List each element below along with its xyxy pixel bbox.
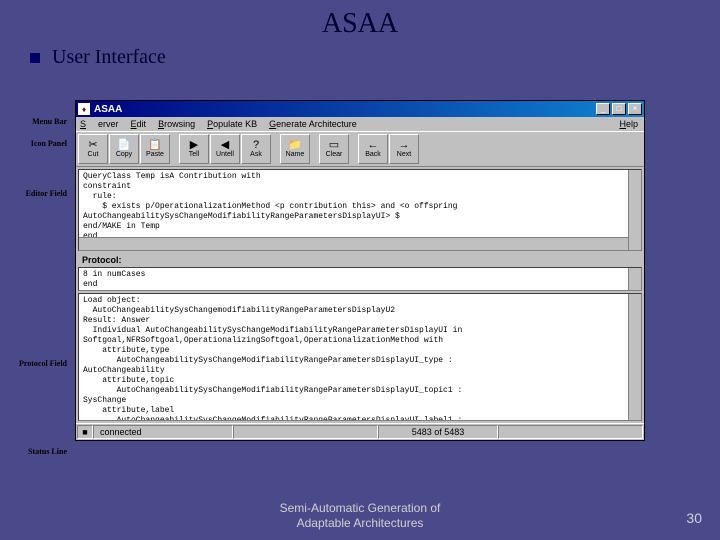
slide-title: ASAA bbox=[0, 0, 720, 40]
editor-field[interactable]: QueryClass Temp isA Contribution with co… bbox=[78, 169, 642, 251]
name-button[interactable]: 📁Name bbox=[280, 134, 310, 164]
page-number: 30 bbox=[686, 510, 702, 526]
label-statusline: Status Line bbox=[7, 448, 67, 457]
maximize-button[interactable]: □ bbox=[612, 103, 626, 115]
scrollbar-vertical[interactable] bbox=[628, 294, 641, 420]
next-icon: → bbox=[399, 140, 410, 151]
clear-icon: ▭ bbox=[329, 140, 339, 151]
label-editor: Editor Field bbox=[7, 190, 67, 199]
untell-icon: ◀ bbox=[221, 140, 229, 151]
protocol-field-lower[interactable]: Load object: AutoChangeabilitySysChangem… bbox=[78, 293, 642, 421]
statusbar: ■ connected 5483 of 5483 bbox=[76, 423, 644, 440]
status-count: 5483 of 5483 bbox=[378, 425, 498, 439]
minimize-button[interactable]: _ bbox=[596, 103, 610, 115]
label-menubar: Menu Bar bbox=[7, 118, 67, 127]
window-title: ASAA bbox=[94, 104, 594, 115]
label-iconpanel: Icon Panel bbox=[7, 140, 67, 149]
section-heading: User Interface bbox=[52, 46, 166, 69]
scrollbar-horizontal[interactable] bbox=[79, 237, 628, 250]
menu-populate[interactable]: Populate KB bbox=[207, 119, 257, 129]
scissors-icon: ✂ bbox=[88, 140, 97, 151]
menu-browsing[interactable]: Browsing bbox=[158, 119, 195, 129]
back-button[interactable]: ←Back bbox=[358, 134, 388, 164]
toolbar: ✂Cut 📄Copy 📋Paste ▶Tell ◀Untell ?Ask 📁Na… bbox=[76, 131, 644, 167]
clear-button[interactable]: ▭Clear bbox=[319, 134, 349, 164]
status-spacer bbox=[233, 425, 378, 439]
untell-button[interactable]: ◀Untell bbox=[210, 134, 240, 164]
app-window: ♦ ASAA _ □ × Server Edit Browsing Popula… bbox=[75, 100, 645, 441]
scrollbar-vertical[interactable] bbox=[628, 170, 641, 250]
tell-icon: ▶ bbox=[190, 140, 198, 151]
status-spacer2 bbox=[498, 425, 643, 439]
cut-button[interactable]: ✂Cut bbox=[78, 134, 108, 164]
menu-help[interactable]: Help bbox=[619, 119, 638, 129]
next-button[interactable]: →Next bbox=[389, 134, 419, 164]
bullet-icon bbox=[30, 53, 40, 63]
scrollbar-vertical[interactable] bbox=[628, 268, 641, 290]
status-indicator: ■ bbox=[77, 425, 93, 439]
screenshot-container: Menu Bar Icon Panel Editor Field Protoco… bbox=[75, 100, 645, 441]
folder-icon: 📁 bbox=[288, 140, 302, 151]
status-connection: connected bbox=[93, 425, 233, 439]
menubar: Server Edit Browsing Populate KB Generat… bbox=[76, 117, 644, 131]
app-icon: ♦ bbox=[78, 103, 90, 115]
paste-button[interactable]: 📋Paste bbox=[140, 134, 170, 164]
section-row: User Interface bbox=[30, 46, 720, 69]
slide-footer: Semi-Automatic Generation of Adaptable A… bbox=[0, 501, 720, 530]
tell-button[interactable]: ▶Tell bbox=[179, 134, 209, 164]
menu-server[interactable]: Server bbox=[80, 119, 119, 129]
paste-icon: 📋 bbox=[148, 140, 162, 151]
titlebar[interactable]: ♦ ASAA _ □ × bbox=[76, 101, 644, 117]
ask-icon: ? bbox=[253, 140, 259, 151]
copy-icon: 📄 bbox=[117, 140, 131, 151]
menu-edit[interactable]: Edit bbox=[131, 119, 147, 129]
back-icon: ← bbox=[368, 140, 379, 151]
protocol-label: Protocol: bbox=[76, 253, 644, 267]
protocol-field-upper[interactable]: 8 in numCases end bbox=[78, 267, 642, 291]
menu-generate[interactable]: Generate Architecture bbox=[269, 119, 357, 129]
label-protocol: Protocol Field bbox=[7, 360, 67, 369]
copy-button[interactable]: 📄Copy bbox=[109, 134, 139, 164]
ask-button[interactable]: ?Ask bbox=[241, 134, 271, 164]
close-button[interactable]: × bbox=[628, 103, 642, 115]
